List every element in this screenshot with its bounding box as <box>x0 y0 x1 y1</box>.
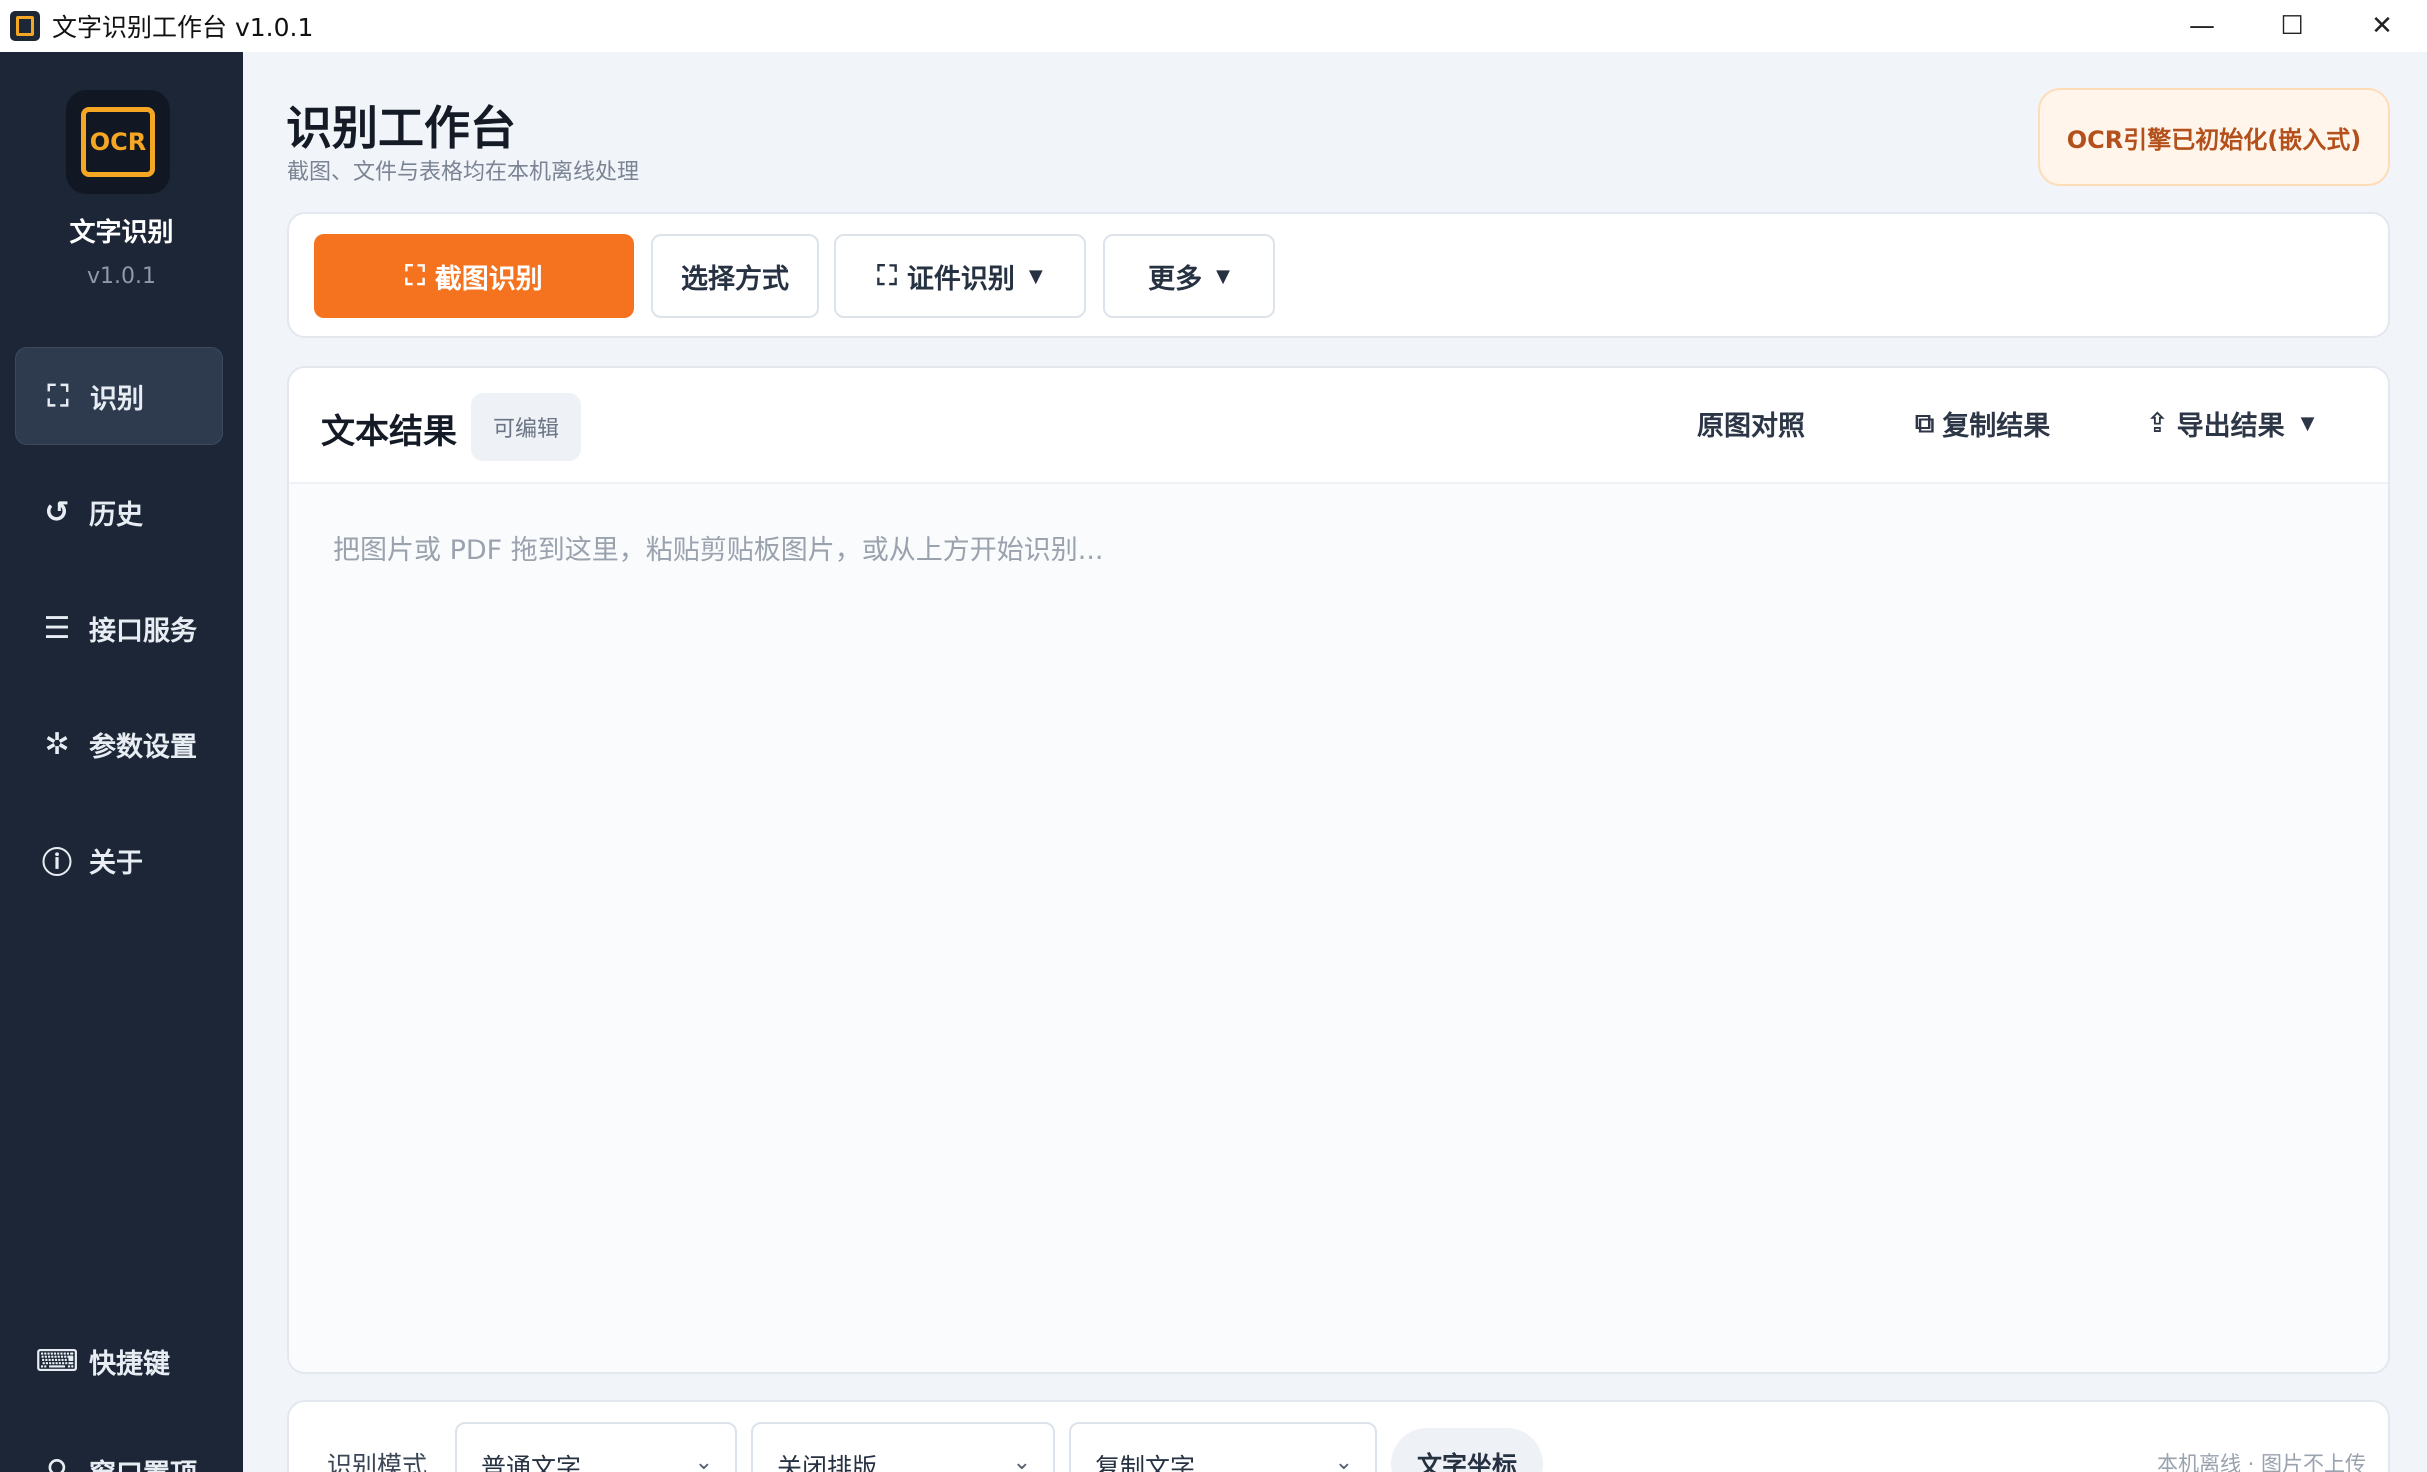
engine-status-badge: OCR引擎已初始化(嵌入式) <box>2038 88 2390 186</box>
sidebar-item-pin-window[interactable]: ⚲ 窗口置顶 <box>15 1422 223 1472</box>
copy-icon: ⧉ <box>1915 407 1935 439</box>
copy-mode-select-value: 复制文字 <box>1095 1453 1196 1472</box>
chevron-down-icon: ⌄ <box>1012 1450 1031 1472</box>
sidebar-item-label: 窗口置顶 <box>89 1452 197 1472</box>
choose-method-button[interactable]: 选择方式 <box>651 234 819 318</box>
more-button[interactable]: 更多 ▼ <box>1103 234 1275 318</box>
compare-original-button[interactable]: 原图对照 <box>1697 404 1805 443</box>
action-toolbar: ⛶ 截图识别 选择方式 ⛶ 证件识别 ▼ 更多 ▼ <box>287 212 2390 338</box>
layout-select-value: 关闭排版 <box>777 1453 878 1472</box>
sidebar-item-history[interactable]: ↺ 历史 <box>15 463 223 561</box>
choose-method-label: 选择方式 <box>681 263 789 295</box>
info-icon: ⓘ <box>42 846 72 881</box>
layout-select[interactable]: 关闭排版 ⌄ <box>751 1422 1055 1472</box>
sidebar-item-shortcuts[interactable]: ⌨ 快捷键 <box>15 1312 223 1410</box>
brand-name: 文字识别 <box>69 218 174 248</box>
result-placeholder: 把图片或 PDF 拖到这里，粘贴剪贴板图片，或从上方开始识别... <box>333 535 1104 566</box>
app-version: v1.0.1 <box>87 264 156 289</box>
sidebar-item-settings[interactable]: ✲ 参数设置 <box>15 695 223 793</box>
export-result-button[interactable]: ⇪ 导出结果 ▼ <box>2146 404 2314 443</box>
editable-tag: 可编辑 <box>471 393 581 461</box>
mode-label: 识别模式 <box>327 1451 428 1472</box>
caret-down-icon: ▼ <box>2300 413 2315 434</box>
window-title: 文字识别工作台 v1.0.1 <box>52 13 314 42</box>
id-card-ocr-label: 证件识别 <box>906 263 1015 295</box>
sidebar-item-label: 关于 <box>89 847 143 879</box>
export-icon: ⇪ <box>2146 408 2169 439</box>
result-text-area[interactable]: 把图片或 PDF 拖到这里，粘贴剪贴板图片，或从上方开始识别... <box>289 484 2388 1372</box>
scan-icon: ⛶ <box>405 259 425 292</box>
sidebar-item-label: 快捷键 <box>89 1348 170 1380</box>
copy-result-label: 复制结果 <box>1942 411 2051 442</box>
sidebar-item-recognize[interactable]: ⛶ 识别 <box>15 347 223 445</box>
caret-down-icon: ▼ <box>1216 265 1230 287</box>
mode-select-value: 普通文字 <box>481 1453 582 1472</box>
text-result-panel: 文本结果 可编辑 原图对照 ⧉ 复制结果 ⇪ 导出结果 ▼ 把图片或 PDF 拖… <box>287 366 2390 1374</box>
history-icon: ↺ <box>44 494 70 530</box>
screenshot-ocr-label: 截图识别 <box>434 263 543 295</box>
keyboard-icon: ⌨ <box>35 1343 79 1379</box>
more-label: 更多 <box>1148 263 1203 295</box>
app-icon <box>10 11 40 41</box>
sidebar-item-label: 识别 <box>90 383 144 415</box>
compare-original-label: 原图对照 <box>1697 411 1805 442</box>
server-icon: ☰ <box>43 610 71 646</box>
sidebar-item-about[interactable]: ⓘ 关于 <box>15 811 223 909</box>
maximize-button[interactable]: ☐ <box>2247 0 2337 52</box>
scan-icon: ⛶ <box>877 259 897 292</box>
screenshot-ocr-button[interactable]: ⛶ 截图识别 <box>314 234 634 318</box>
sidebar-item-api-service[interactable]: ☰ 接口服务 <box>15 579 223 677</box>
window-controls: — ☐ ✕ <box>2157 0 2427 52</box>
bottom-options-bar: 识别模式 普通文字 ⌄ 关闭排版 ⌄ 复制文字 ⌄ 文字坐标 本机离线 · 图片… <box>287 1400 2390 1472</box>
minimize-button[interactable]: — <box>2157 0 2247 52</box>
id-card-ocr-button[interactable]: ⛶ 证件识别 ▼ <box>834 234 1086 318</box>
sidebar-item-label: 接口服务 <box>89 615 197 647</box>
app-logo: OCR <box>66 90 170 194</box>
copy-mode-select[interactable]: 复制文字 ⌄ <box>1069 1422 1377 1472</box>
result-title: 文本结果 <box>321 412 457 452</box>
copy-result-button[interactable]: ⧉ 复制结果 <box>1915 404 2050 443</box>
offline-note: 本机离线 · 图片不上传 <box>2156 1452 2366 1472</box>
page-title: 识别工作台 <box>286 101 516 155</box>
title-bar: 文字识别工作台 v1.0.1 — ☐ ✕ <box>0 0 2427 52</box>
text-coordinates-toggle[interactable]: 文字坐标 <box>1391 1428 1543 1472</box>
settings-icon: ✲ <box>44 726 70 762</box>
mode-select[interactable]: 普通文字 ⌄ <box>455 1422 737 1472</box>
sidebar: OCR 文字识别 v1.0.1 ⛶ 识别 ↺ 历史 ☰ 接口服务 ✲ 参数设置 … <box>0 52 243 1472</box>
export-result-label: 导出结果 <box>2176 411 2285 442</box>
chevron-down-icon: ⌄ <box>694 1450 713 1472</box>
scan-icon: ⛶ <box>47 378 69 414</box>
sidebar-item-label: 参数设置 <box>89 731 197 763</box>
caret-down-icon: ▼ <box>1028 265 1043 287</box>
close-button[interactable]: ✕ <box>2337 0 2427 52</box>
page-subtitle: 截图、文件与表格均在本机离线处理 <box>287 160 640 185</box>
result-header: 文本结果 可编辑 原图对照 ⧉ 复制结果 ⇪ 导出结果 ▼ <box>289 368 2388 484</box>
ocr-logo-icon: OCR <box>81 107 155 177</box>
chevron-down-icon: ⌄ <box>1334 1450 1353 1472</box>
sidebar-item-label: 历史 <box>89 499 143 531</box>
pin-icon: ⚲ <box>46 1453 68 1472</box>
